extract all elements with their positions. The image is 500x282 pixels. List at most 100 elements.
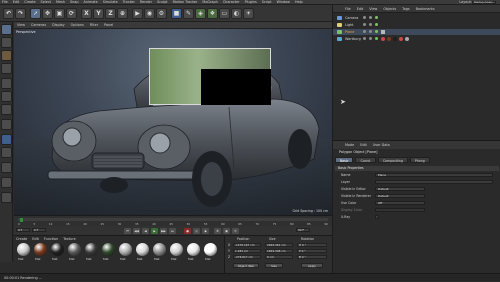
- om-menu-view[interactable]: View: [369, 5, 377, 12]
- size-mode-select[interactable]: Size: [265, 263, 283, 268]
- points-mode-icon[interactable]: [1, 78, 12, 89]
- go-to-end-icon[interactable]: ⏭: [169, 228, 176, 234]
- viewport-menu-filter[interactable]: Filter: [90, 22, 98, 28]
- frame-start-field[interactable]: 0 F: [16, 228, 30, 232]
- material-swatch[interactable]: Mat: [169, 242, 184, 264]
- object-row-camera[interactable]: Camera: [333, 15, 500, 21]
- material-swatch[interactable]: Mat: [203, 242, 218, 264]
- layer-field[interactable]: [375, 180, 493, 184]
- visibility-dot[interactable]: [369, 30, 372, 33]
- material-swatch[interactable]: Mat: [84, 242, 99, 264]
- am-menu-mode[interactable]: Mode: [345, 141, 354, 149]
- coordinate-mode-select[interactable]: Object (Rel): [233, 263, 259, 268]
- visibility-dot[interactable]: [363, 16, 366, 19]
- redo-icon[interactable]: ↷: [15, 8, 26, 19]
- texture-mode-icon[interactable]: [1, 50, 12, 61]
- object-row-wartburg[interactable]: Wartburg: [333, 36, 500, 42]
- viewport-menu-cameras[interactable]: Cameras: [31, 22, 46, 28]
- om-menu-tags[interactable]: Tags: [402, 5, 410, 12]
- visible-editor-select[interactable]: Default: [375, 187, 425, 191]
- polygons-mode-icon[interactable]: [1, 104, 12, 115]
- tab-basic[interactable]: Basic: [335, 157, 354, 163]
- move-icon[interactable]: ✥: [42, 8, 53, 19]
- visibility-dot[interactable]: [363, 23, 366, 26]
- name-field[interactable]: Plane: [375, 173, 493, 177]
- tab-compositing[interactable]: Compositing: [377, 157, 408, 163]
- perspective-viewport[interactable]: Perspective Grid Spacing: 100 cm: [14, 29, 332, 215]
- snap-icon[interactable]: [1, 119, 12, 130]
- solo-icon[interactable]: [1, 192, 12, 203]
- locked-workplane-icon[interactable]: [1, 177, 12, 188]
- visibility-dot[interactable]: [369, 23, 372, 26]
- tab-phong[interactable]: Phong: [409, 157, 430, 163]
- rotate-icon[interactable]: ⟳: [66, 8, 77, 19]
- pen-icon[interactable]: ✎: [183, 8, 194, 19]
- go-to-start-icon[interactable]: ⏮: [124, 228, 131, 234]
- material-swatch[interactable]: Mat: [33, 242, 48, 264]
- render-settings-icon[interactable]: ⚙: [156, 8, 167, 19]
- position-key-icon[interactable]: ✥: [214, 228, 221, 234]
- position-z-field[interactable]: -276.617 cm: [233, 255, 261, 259]
- world-coords-icon[interactable]: ⊕: [117, 8, 128, 19]
- enabled-check[interactable]: [375, 16, 378, 19]
- object-row-plane[interactable]: Plane: [333, 29, 500, 35]
- next-frame-icon[interactable]: ▶▶: [160, 228, 167, 234]
- material-tag-icon[interactable]: [381, 37, 385, 41]
- size-x-field[interactable]: 2949.361 cm: [265, 243, 293, 247]
- position-y-field[interactable]: 1.284 cm: [233, 249, 261, 253]
- material-swatch[interactable]: Mat: [152, 242, 167, 264]
- enabled-check[interactable]: [375, 23, 378, 26]
- section-header[interactable]: Basic Properties: [335, 166, 499, 171]
- live-selection-icon[interactable]: ➚: [30, 8, 41, 19]
- camera-icon[interactable]: ◐: [231, 8, 242, 19]
- material-tag-icon[interactable]: [387, 37, 391, 41]
- visibility-dot[interactable]: [363, 37, 366, 40]
- size-y-field[interactable]: 1659.308 cm: [265, 249, 293, 253]
- texture-tag-icon[interactable]: [381, 30, 385, 34]
- rotation-h-field[interactable]: H 0 °: [297, 243, 327, 247]
- x-axis-button[interactable]: X: [81, 8, 92, 19]
- subdivide-icon[interactable]: ◈: [195, 8, 206, 19]
- visibility-dot[interactable]: [363, 30, 366, 33]
- tweak-mode-icon[interactable]: [1, 147, 12, 158]
- rotation-p-field[interactable]: P 0 °: [297, 249, 327, 253]
- autokey-icon[interactable]: ◎: [193, 228, 200, 234]
- am-menu-user-data[interactable]: User Data: [373, 141, 390, 149]
- material-tag-icon[interactable]: [393, 37, 397, 41]
- enabled-check[interactable]: [375, 30, 378, 33]
- undo-icon[interactable]: ↶: [3, 8, 14, 19]
- frame-end-field[interactable]: 90 F: [296, 228, 310, 232]
- material-swatch[interactable]: Mat: [118, 242, 133, 264]
- material-swatch[interactable]: Mat: [135, 242, 150, 264]
- viewport-menu-panel[interactable]: Panel: [104, 22, 113, 28]
- cube-icon[interactable]: ■: [171, 8, 182, 19]
- prev-key-icon[interactable]: ◀◀: [133, 228, 140, 234]
- am-menu-edit[interactable]: Edit: [360, 141, 367, 149]
- keyframe-selection-icon[interactable]: ◆: [202, 228, 209, 234]
- apply-button[interactable]: Apply: [301, 263, 323, 268]
- y-axis-button[interactable]: Y: [93, 8, 104, 19]
- visible-renderer-select[interactable]: Default: [375, 194, 425, 198]
- material-swatch[interactable]: Mat: [50, 242, 65, 264]
- material-swatch[interactable]: Mat: [16, 242, 31, 264]
- use-color-select[interactable]: Off: [375, 201, 425, 205]
- scale-key-icon[interactable]: ▣: [223, 228, 230, 234]
- xray-checkbox[interactable]: [375, 215, 379, 219]
- tab-coord[interactable]: Coord.: [355, 157, 376, 163]
- viewport-menu-view[interactable]: View: [17, 22, 25, 28]
- render-view-icon[interactable]: ▶: [132, 8, 143, 19]
- edges-mode-icon[interactable]: [1, 91, 12, 102]
- material-swatch[interactable]: Mat: [67, 242, 82, 264]
- timeline[interactable]: 0 5 10 15 20 25 30 35 40 45 50 55 60 65 …: [14, 215, 332, 226]
- enabled-check[interactable]: [375, 37, 378, 40]
- scale-icon[interactable]: ▣: [54, 8, 65, 19]
- object-row-light[interactable]: Light: [333, 22, 500, 28]
- om-menu-edit[interactable]: Edit: [357, 5, 364, 12]
- timeline-ruler[interactable]: [18, 218, 328, 222]
- visibility-dot[interactable]: [369, 16, 372, 19]
- prev-frame-icon[interactable]: ◀: [142, 228, 149, 234]
- current-frame-field[interactable]: 0 F: [32, 228, 46, 232]
- light-icon[interactable]: ☀: [243, 8, 254, 19]
- rotation-key-icon[interactable]: ⟳: [232, 228, 239, 234]
- om-menu-objects[interactable]: Objects: [383, 5, 396, 12]
